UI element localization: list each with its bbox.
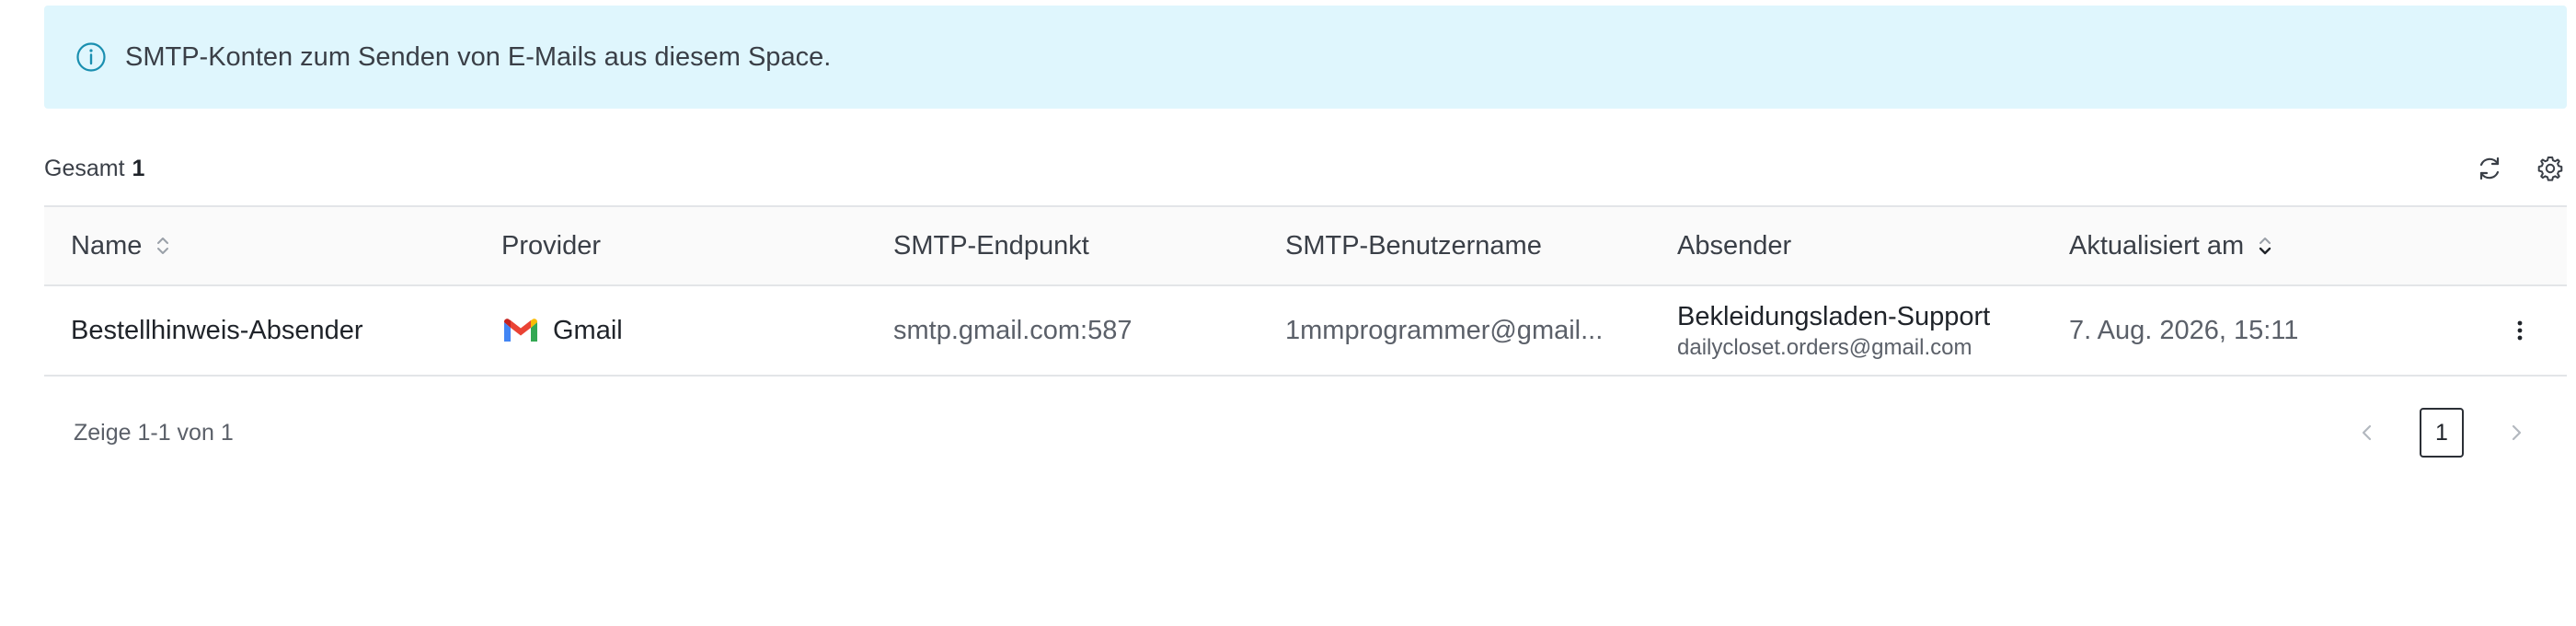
chevron-left-icon <box>2362 424 2372 441</box>
table-settings-button[interactable] <box>2534 152 2567 185</box>
refresh-icon <box>2479 156 2500 180</box>
gmail-logo-icon <box>501 317 540 344</box>
next-page-button[interactable] <box>2502 419 2530 446</box>
table-toolbar <box>2473 147 2567 190</box>
page-button-current[interactable]: 1 <box>2420 408 2464 458</box>
table-row[interactable]: Bestellhinweis-Absender Gmail smtp.gmail… <box>44 286 2567 377</box>
sort-desc-icon[interactable] <box>2257 234 2273 258</box>
column-header-username: SMTP-Benutzername <box>1285 230 1542 261</box>
info-banner: SMTP-Konten zum Senden von E-Mails aus d… <box>44 6 2567 109</box>
total-count: Gesamt 1 <box>44 156 144 182</box>
cell-name[interactable]: Bestellhinweis-Absender <box>44 316 475 346</box>
chevron-right-icon <box>2512 424 2522 441</box>
cell-username: 1mmprogrammer@gmail... <box>1259 316 1650 346</box>
column-header-updated[interactable]: Aktualisiert am <box>2042 231 2475 261</box>
summary-row: Gesamt 1 <box>44 147 2567 190</box>
more-vertical-icon <box>2517 320 2523 341</box>
smtp-accounts-table: Name Provider SMTP-Endpunkt SMTP-Benutze… <box>44 205 2567 377</box>
cell-endpoint: smtp.gmail.com:587 <box>893 315 1133 345</box>
row-more-button[interactable] <box>2506 312 2534 349</box>
total-label: Gesamt <box>44 155 125 181</box>
column-name-label: Name <box>71 230 143 261</box>
cell-provider: Gmail <box>475 316 867 346</box>
pagination-range: Zeige 1-1 von 1 <box>74 419 234 446</box>
username-text: 1mmprogrammer@gmail... <box>1285 315 1604 345</box>
total-value: 1 <box>132 155 145 181</box>
column-header-name[interactable]: Name <box>44 231 475 261</box>
pagination: 1 <box>2353 405 2530 460</box>
cell-sender: Bekleidungsladen-Support dailycloset.ord… <box>1650 299 2042 362</box>
prev-page-button[interactable] <box>2353 419 2381 446</box>
info-icon <box>75 41 107 73</box>
column-updated-label: Aktualisiert am <box>2069 230 2245 261</box>
cell-updated: 7. Aug. 2026, 15:11 <box>2069 315 2299 345</box>
sender-name: Bekleidungsladen-Support <box>1677 302 1991 331</box>
provider-label: Gmail <box>553 315 623 345</box>
info-banner-text: SMTP-Konten zum Senden von E-Mails aus d… <box>125 41 832 72</box>
table-header: Name Provider SMTP-Endpunkt SMTP-Benutze… <box>44 205 2567 286</box>
column-header-sender: Absender <box>1677 230 1792 261</box>
sender-email: dailycloset.orders@gmail.com <box>1677 335 1972 360</box>
refresh-button[interactable] <box>2473 152 2506 185</box>
cell-actions <box>2475 312 2567 349</box>
column-header-endpoint: SMTP-Endpunkt <box>893 230 1089 261</box>
sort-unsorted-icon[interactable] <box>155 234 171 258</box>
pagination-row: Zeige 1-1 von 1 1 <box>44 405 2567 460</box>
gear-icon <box>2537 156 2563 181</box>
column-header-provider: Provider <box>501 230 601 261</box>
